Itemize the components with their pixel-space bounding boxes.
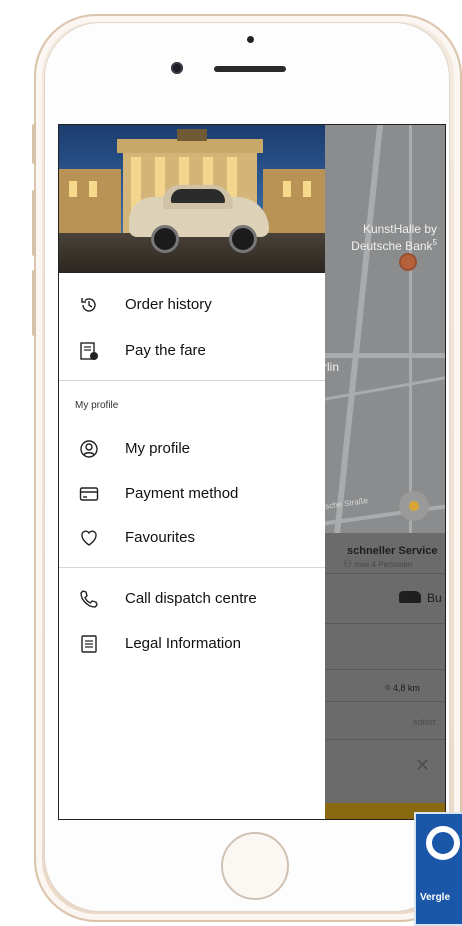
comparison-badge[interactable]: Vergle	[414, 812, 462, 926]
museum-poi-icon[interactable]	[399, 253, 417, 271]
menu-divider	[59, 567, 325, 568]
profile-icon	[80, 440, 98, 458]
quadriga	[177, 129, 207, 141]
map-poi-superscript: 5	[432, 238, 437, 247]
navigation-drawer: Order history Pay the fare My profile My…	[59, 125, 325, 819]
history-icon	[81, 298, 96, 312]
locate-me-icon[interactable]	[399, 491, 429, 521]
gate-entablature	[117, 139, 263, 153]
service-title: schneller Service	[347, 545, 438, 557]
proximity-sensor	[247, 36, 254, 43]
vehicle-label: Bu	[427, 591, 442, 605]
menu-item-label: My profile	[125, 440, 191, 457]
earpiece-speaker	[214, 66, 286, 72]
booking-panel: schneller Service ⚇ max 4 Personen Bu ⌾ …	[325, 533, 445, 819]
menu-item-legal-information[interactable]: Legal Information	[59, 624, 325, 664]
map-poi-label: KunstHalle by Deutsche Bank5	[351, 222, 437, 253]
drawer-header-image	[59, 125, 325, 273]
front-camera	[171, 62, 183, 74]
menu-item-label: Favourites	[125, 529, 196, 546]
street-ground	[59, 233, 325, 273]
taxi-windows	[171, 189, 225, 203]
panel-divider	[325, 623, 445, 624]
building-wing-right	[263, 169, 325, 239]
app-screen: KunstHalle by Deutsche Bank5 rlin sche S…	[58, 124, 446, 820]
panel-divider	[325, 573, 445, 574]
panel-divider	[325, 739, 445, 740]
window	[69, 181, 77, 197]
map-district-label: rlin	[323, 360, 340, 374]
close-icon[interactable]: ✕	[415, 755, 430, 776]
location-pin-icon: ⌾	[385, 683, 391, 693]
building-wing-left	[59, 169, 121, 239]
passengers-icon: ⚇	[343, 559, 352, 570]
time-value[interactable]: sofort	[413, 717, 436, 727]
window	[89, 181, 97, 197]
mute-switch	[32, 124, 36, 164]
menu-item-label: Pay the fare	[125, 342, 206, 359]
volume-up-button	[32, 190, 36, 256]
menu-item-label: Legal Information	[125, 635, 241, 652]
car-icon	[399, 591, 421, 603]
menu-divider	[59, 380, 325, 381]
volume-down-button	[32, 270, 36, 336]
map-street-label: sche Straße	[324, 496, 369, 511]
menu-item-payment-method[interactable]: Payment method	[59, 474, 325, 514]
phone-icon	[80, 590, 98, 608]
section-label-my-profile: My profile	[75, 400, 119, 411]
menu-item-call-dispatch-centre[interactable]: Call dispatch centre	[59, 579, 325, 619]
service-capacity: ⚇ max 4 Personen	[343, 559, 413, 570]
receipt-icon	[80, 342, 98, 360]
menu-item-pay-the-fare[interactable]: Pay the fare	[59, 331, 325, 371]
badge-text: Vergle	[420, 892, 451, 903]
menu-item-my-profile[interactable]: My profile	[59, 429, 325, 469]
panel-divider	[325, 669, 445, 670]
taxi-wheel	[229, 225, 257, 253]
document-icon	[81, 635, 97, 653]
taxi-wheel	[151, 225, 179, 253]
panel-divider	[325, 701, 445, 702]
home-button[interactable]	[221, 832, 289, 900]
window	[303, 181, 311, 197]
distance-value: ⌾ 4,8 km	[385, 683, 420, 693]
menu-item-label: Payment method	[125, 485, 239, 502]
menu-item-order-history[interactable]: Order history	[59, 285, 325, 325]
menu-item-label: Order history	[125, 296, 212, 313]
heart-icon	[81, 530, 97, 546]
credit-card-icon	[79, 487, 99, 501]
menu-item-favourites[interactable]: Favourites	[59, 518, 325, 558]
badge-logo-icon	[426, 826, 460, 860]
window	[283, 181, 291, 197]
menu-item-label: Call dispatch centre	[125, 590, 257, 607]
